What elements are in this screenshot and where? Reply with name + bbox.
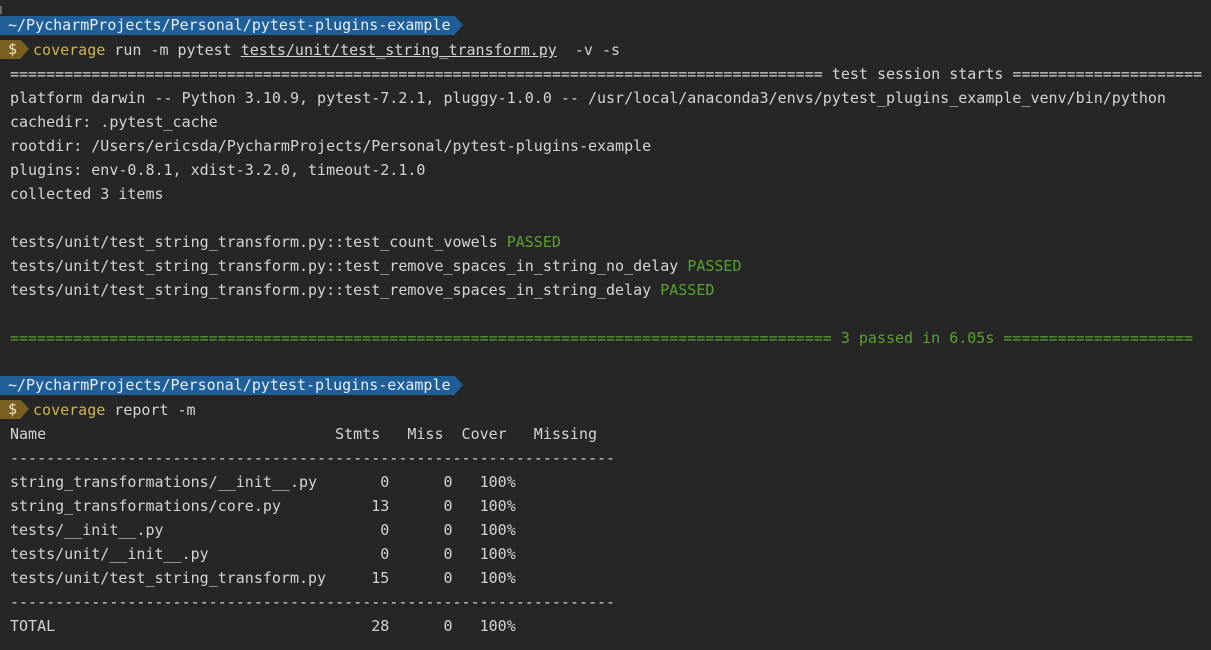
rootdir-line: rootdir: /Users/ericsda/PycharmProjects/… (10, 137, 652, 155)
test-result-line: tests/unit/test_string_transform.py::tes… (0, 254, 1211, 278)
test-name: tests/unit/test_string_transform.py::tes… (10, 281, 652, 299)
test-name: tests/unit/test_string_transform.py::tes… (10, 257, 679, 275)
scroll-indicator (0, 6, 2, 14)
collected-line: collected 3 items (10, 185, 164, 203)
session-summary-line: ========================================… (10, 329, 1194, 347)
report-header-line: Name Stmts Miss Cover Missing (10, 425, 597, 443)
report-total-line: TOTAL 28 0 100% (10, 617, 516, 635)
test-status: PASSED (687, 257, 742, 275)
command-name: coverage (33, 401, 106, 419)
test-result-line: tests/unit/test_string_transform.py::tes… (0, 278, 1211, 302)
cachedir-line: cachedir: .pytest_cache (10, 113, 218, 131)
prompt-path-chip: ~/PycharmProjects/Personal/pytest-plugin… (0, 16, 463, 35)
prompt-symbol-chip: $ (0, 40, 30, 59)
report-row: tests/unit/test_string_transform.py 15 0… (10, 569, 516, 587)
test-status: PASSED (506, 233, 561, 251)
session-header-line: ========================================… (10, 65, 1203, 83)
prompt-path-line: ~/PycharmProjects/Personal/pytest-plugin… (0, 14, 1211, 38)
report-separator: ----------------------------------------… (10, 449, 616, 467)
command-args-prefix: run -m pytest (105, 41, 241, 59)
test-status: PASSED (660, 281, 715, 299)
test-name: tests/unit/test_string_transform.py::tes… (10, 233, 498, 251)
plugins-line: plugins: env-0.8.1, xdist-3.2.0, timeout… (10, 161, 426, 179)
report-row: tests/__init__.py 0 0 100% (10, 521, 516, 539)
test-result-line: tests/unit/test_string_transform.py::tes… (0, 230, 1211, 254)
command-args-suffix: -v -s (556, 41, 621, 59)
terminal-window[interactable]: ~/PycharmProjects/Personal/pytest-plugin… (0, 0, 1211, 650)
command-line[interactable]: $ coverage report -m (0, 398, 1211, 422)
report-row: string_transformations/__init__.py 0 0 1… (10, 473, 516, 491)
platform-line: platform darwin -- Python 3.10.9, pytest… (10, 89, 1166, 107)
prompt-symbol-chip: $ (0, 400, 30, 419)
report-separator: ----------------------------------------… (10, 593, 616, 611)
command-file-link[interactable]: tests/unit/test_string_transform.py (241, 41, 557, 59)
command-args: report -m (105, 401, 196, 419)
report-row: string_transformations/core.py 13 0 100% (10, 497, 516, 515)
prompt-path-chip: ~/PycharmProjects/Personal/pytest-plugin… (0, 376, 463, 395)
command-line[interactable]: $ coverage run -m pytest tests/unit/test_… (0, 38, 1211, 62)
report-row: tests/unit/__init__.py 0 0 100% (10, 545, 516, 563)
command-name: coverage (33, 41, 106, 59)
prompt-path-line: ~/PycharmProjects/Personal/pytest-plugin… (0, 374, 1211, 398)
